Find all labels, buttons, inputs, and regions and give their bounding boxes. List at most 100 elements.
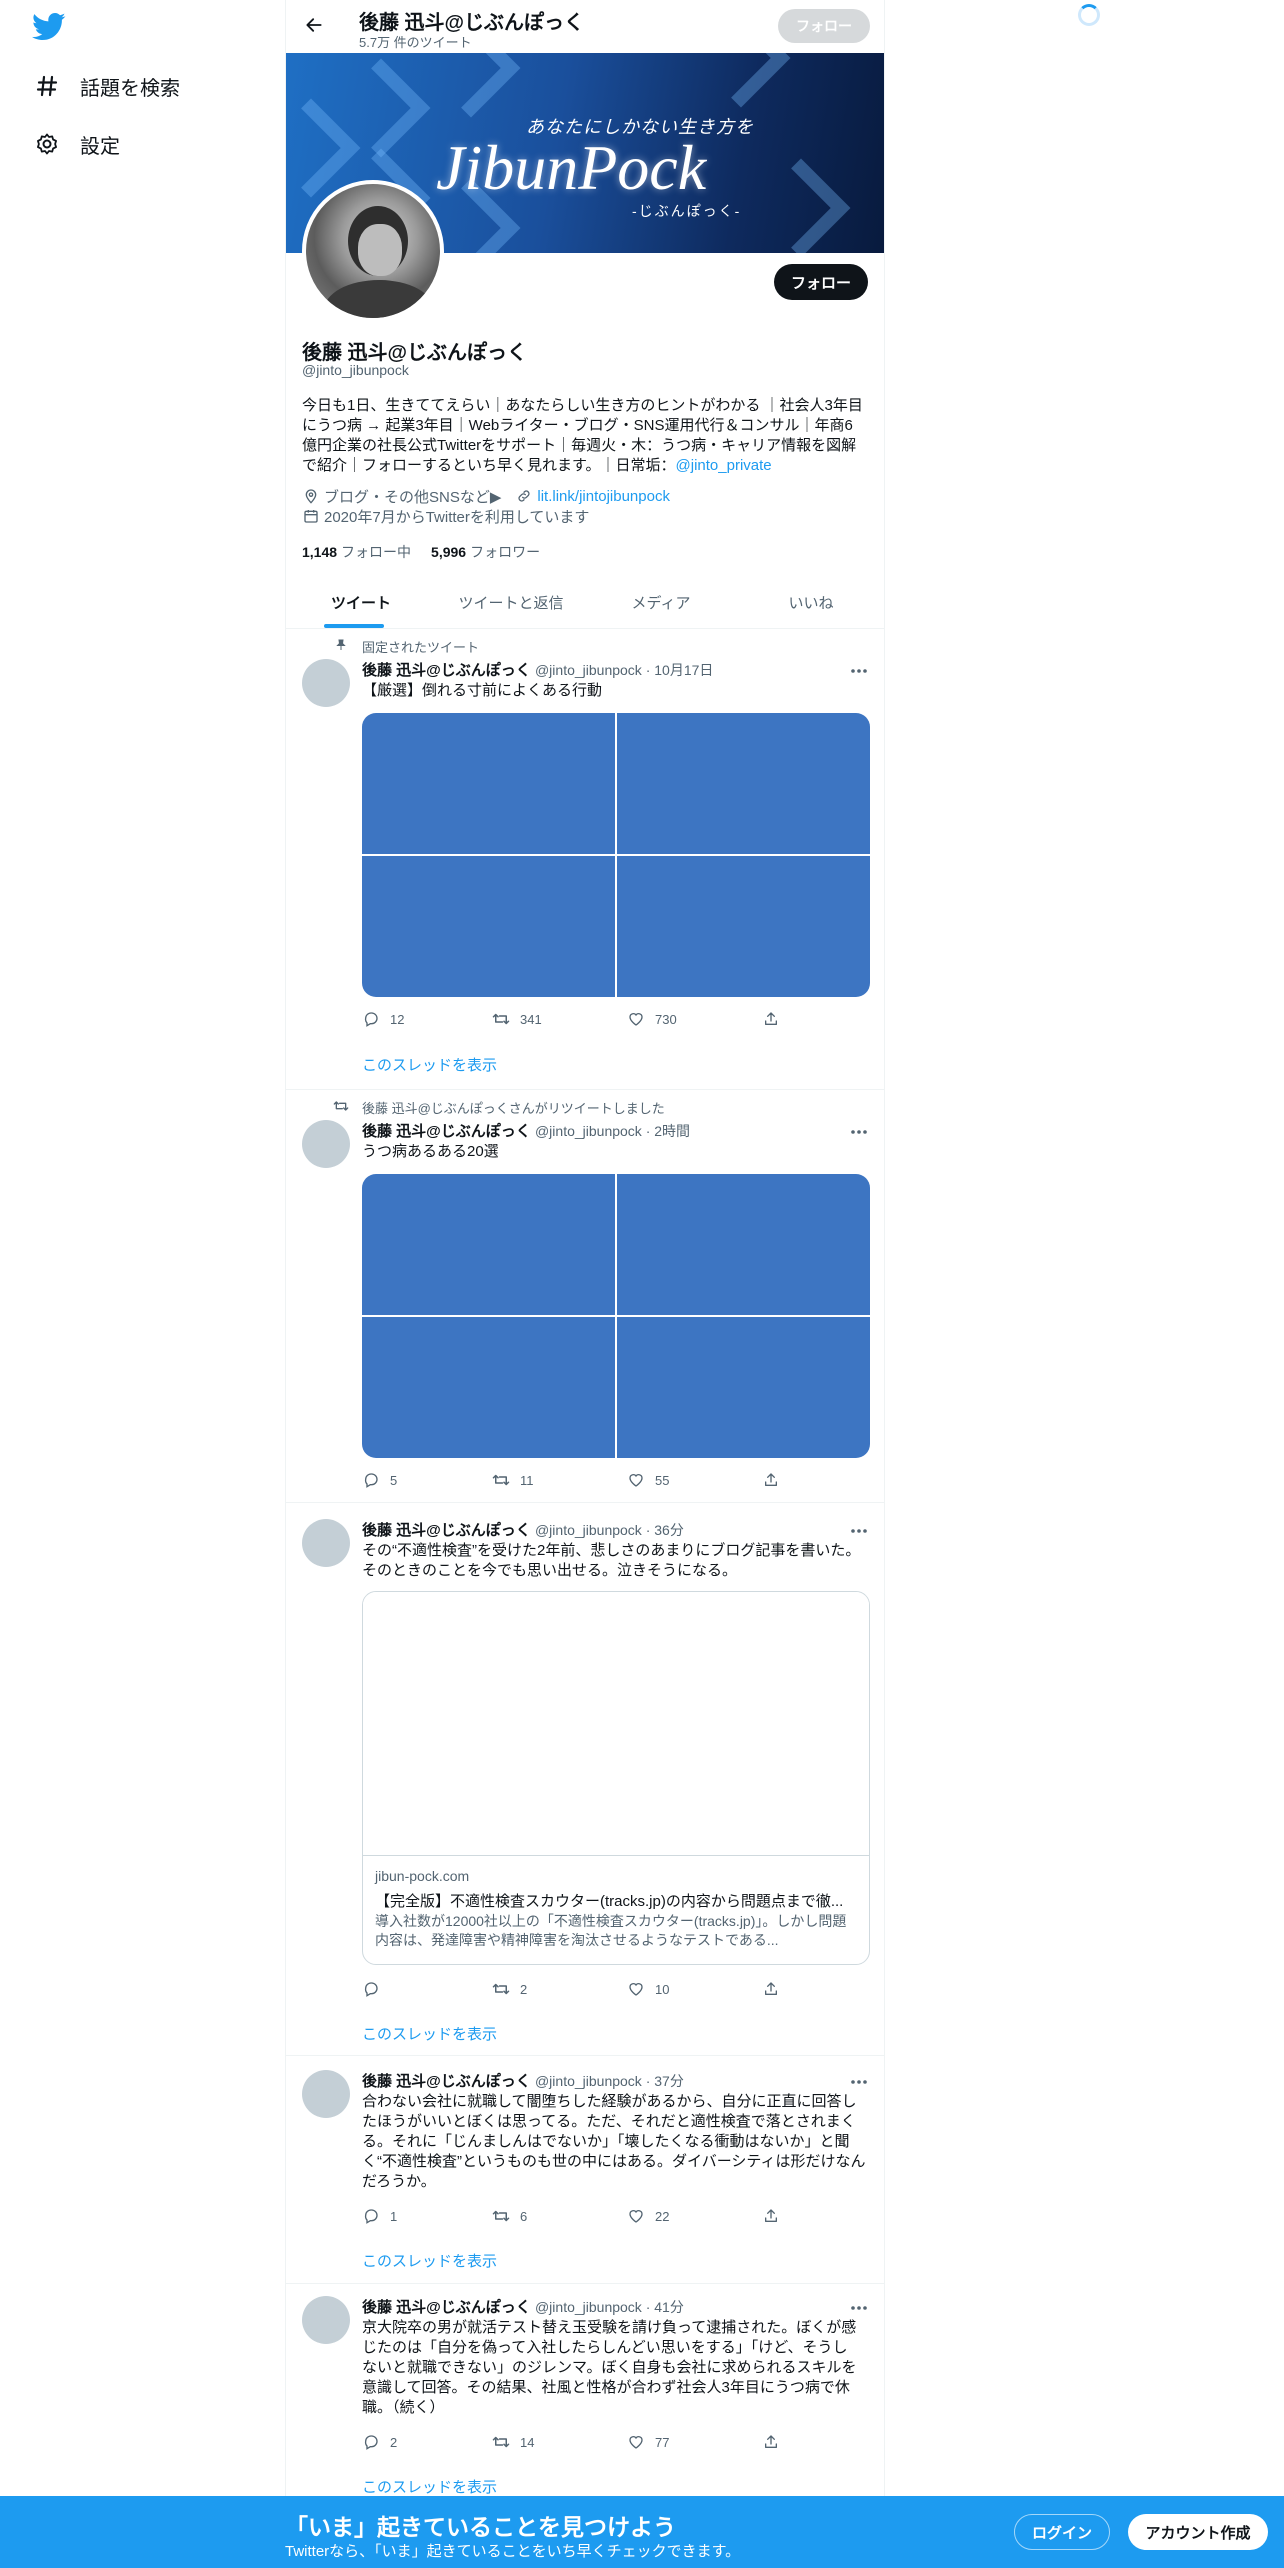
more-options-button[interactable] [848,2072,870,2090]
follow-stats: 1,148 フォロー中 5,996 フォロワー [302,542,560,562]
banner-kana: -じぶんぽっく- [632,203,742,219]
tab-media[interactable]: メディア [586,576,736,628]
tweet-media-grid[interactable] [362,1174,870,1458]
following-link[interactable]: 1,148 フォロー中 [302,542,411,562]
twitter-logo-icon[interactable] [32,12,66,42]
tweet-text-line: そのときのことを今でも思い出せる。泣きそうになる。 [362,1562,738,1579]
media-image[interactable] [617,856,870,997]
share-button[interactable] [762,1979,790,1999]
tweet-avatar[interactable] [302,659,350,707]
show-thread-link[interactable]: このスレッドを表示 [362,1054,497,1075]
reply-button[interactable]: 12 [362,1009,492,1029]
share-button[interactable] [762,1009,790,1029]
tweet-author-name[interactable]: 後藤 迅斗@じぶんぽっく [362,2299,531,2316]
tweet-media-grid[interactable] [362,713,870,997]
tweet-actions: 1 6 22 [362,2206,802,2226]
retweet-count: 14 [520,2434,535,2450]
avatar-body [324,280,434,318]
profile-tabs: ツイート ツイートと返信 メディア いいね [286,576,884,629]
show-thread-link[interactable]: このスレッドを表示 [362,2476,497,2497]
like-button[interactable]: 55 [627,1470,762,1490]
tab-tweets-and-replies[interactable]: ツイートと返信 [436,576,586,628]
more-options-button[interactable] [848,1122,870,1140]
reply-count: 1 [390,2208,398,2224]
banner-decoration [751,158,851,253]
signup-button[interactable]: アカウント作成 [1128,2514,1268,2550]
more-options-button[interactable] [848,2298,870,2316]
retweet-button[interactable]: 2 [492,1979,627,1999]
arrow-left-icon [304,15,324,40]
sidebar-item-explore[interactable]: 話題を検索 [32,58,180,114]
reply-button[interactable] [362,1979,492,1999]
tweet-time[interactable]: 36分 [654,1522,684,1538]
media-image[interactable] [617,1317,870,1458]
tweet-avatar[interactable] [302,2296,350,2344]
like-count: 10 [655,1981,670,1997]
tweet-author-name[interactable]: 後藤 迅斗@じぶんぽっく [362,2073,531,2090]
tweet-text-line: だろうか。 [362,2173,436,2190]
banner-decoration [421,53,521,118]
like-button[interactable]: 730 [627,1009,762,1029]
loading-spinner-icon [1078,4,1100,26]
tweet-avatar[interactable] [302,1519,350,1567]
show-thread-link[interactable]: このスレッドを表示 [362,2023,497,2044]
tweet-time[interactable]: 2時間 [654,1123,690,1139]
back-button[interactable] [296,9,332,45]
tweet-time[interactable]: 10月17日 [654,662,713,678]
tweet[interactable]: 後藤 迅斗@じぶんぽっく @jinto_jibunpock · 37分 合わない… [286,2056,884,2284]
tab-likes[interactable]: いいね [736,576,884,628]
retweeted-by-label[interactable]: 後藤 迅斗@じぶんぽっくさんがリツイートしました [362,1098,665,1117]
more-options-button[interactable] [848,1521,870,1539]
retweet-button[interactable]: 6 [492,2206,627,2226]
tweet-time[interactable]: 37分 [654,2073,684,2089]
media-image[interactable] [617,1174,870,1315]
ellipsis-icon [850,2072,868,2090]
tweet-avatar[interactable] [302,2070,350,2118]
reply-button[interactable]: 5 [362,1470,492,1490]
link-preview-card[interactable]: jibun-pock.com 【完全版】不適性検査スカウター(tracks.jp… [362,1591,870,1965]
show-thread-link[interactable]: このスレッドを表示 [362,2250,497,2271]
tweet-text: 京大院卒の男が就活テスト替え玉受験を請け負って逮捕された。ぼくが感 じたのは「自… [362,2318,870,2418]
followers-link[interactable]: 5,996 フォロワー [431,542,540,562]
reply-button[interactable]: 1 [362,2206,492,2226]
share-button[interactable] [762,2432,790,2452]
tweet-author-name[interactable]: 後藤 迅斗@じぶんぽっく [362,662,531,679]
like-button[interactable]: 10 [627,1979,762,1999]
bio-mention-link[interactable]: @jinto_private [676,457,772,474]
retweet-count: 341 [520,1011,542,1027]
following-count: 1,148 [302,544,338,560]
tweet-time[interactable]: 41分 [654,2299,684,2315]
like-count: 55 [655,1472,670,1488]
profile-avatar[interactable] [302,180,444,322]
tweet-author-handle: @jinto_jibunpock [534,2299,642,2315]
tweet[interactable]: 後藤 迅斗@じぶんぽっく @jinto_jibunpock · 41分 京大院卒… [286,2284,884,2524]
share-button[interactable] [762,1470,790,1490]
media-image[interactable] [362,1174,615,1315]
share-icon [762,1980,780,1998]
login-button[interactable]: ログイン [1014,2514,1110,2550]
retweet-button[interactable]: 14 [492,2432,627,2452]
more-options-button[interactable] [848,661,870,679]
tweet[interactable]: 後藤 迅斗@じぶんぽっく @jinto_jibunpock · 36分 その“不… [286,1503,884,2056]
media-image[interactable] [362,856,615,997]
like-button[interactable]: 22 [627,2206,762,2226]
header-follow-button[interactable]: フォロー [778,9,870,43]
profile-follow-button[interactable]: フォロー [774,264,868,300]
location-icon [302,487,320,505]
like-button[interactable]: 77 [627,2432,762,2452]
tweet[interactable]: 後藤 迅斗@じぶんぽっくさんがリツイートしました 後藤 迅斗@じぶんぽっく @j… [286,1090,884,1503]
media-image[interactable] [617,713,870,854]
tweet-avatar[interactable] [302,1120,350,1168]
retweet-button[interactable]: 11 [492,1470,627,1490]
tab-tweets[interactable]: ツイート [286,576,436,628]
reply-button[interactable]: 2 [362,2432,492,2452]
profile-url-link[interactable]: lit.link/jintojibunpock [537,488,670,505]
media-image[interactable] [362,1317,615,1458]
media-image[interactable] [362,713,615,854]
tweet-author-name[interactable]: 後藤 迅斗@じぶんぽっく [362,1522,531,1539]
retweet-button[interactable]: 341 [492,1009,627,1029]
share-button[interactable] [762,2206,790,2226]
tweet[interactable]: 固定されたツイート 後藤 迅斗@じぶんぽっく @jinto_jibunpock … [286,629,884,1090]
sidebar-item-settings[interactable]: 設定 [32,116,120,172]
tweet-author-name[interactable]: 後藤 迅斗@じぶんぽっく [362,1123,531,1140]
